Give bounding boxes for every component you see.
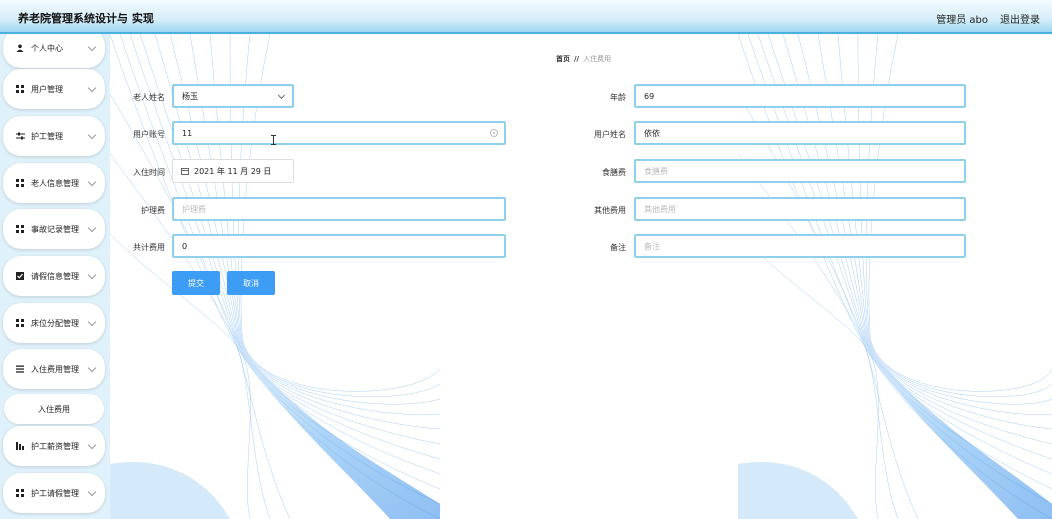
- breadcrumb-home[interactable]: 首页: [556, 55, 570, 63]
- clear-icon[interactable]: [490, 129, 498, 137]
- age-value: 69: [644, 91, 655, 101]
- chevron-down-icon: [277, 91, 286, 100]
- breadcrumb: 首页 //入住费用: [556, 54, 611, 64]
- age-label: 年龄: [610, 93, 626, 102]
- breadcrumb-current: 入住费用: [583, 55, 612, 63]
- user-account-value: 11: [182, 128, 193, 138]
- user-icon: [15, 43, 25, 53]
- sidebar-item-label: 老人信息管理: [31, 178, 79, 188]
- list-icon: [15, 364, 25, 374]
- sidebar-item-leave-info-management[interactable]: 请假信息管理: [3, 256, 105, 296]
- sidebar-item-label: 护工薪资管理: [31, 441, 79, 451]
- care-fee-label: 护理费: [141, 206, 165, 215]
- chevron-down-icon: [87, 487, 97, 496]
- remark-placeholder: 备注: [644, 241, 660, 251]
- chevron-down-icon: [87, 223, 97, 232]
- user-name-field[interactable]: 依依: [634, 121, 966, 145]
- sidebar-item-label: 入住费用管理: [31, 364, 79, 374]
- sidebar-item-label: 用户管理: [31, 84, 63, 94]
- remark-label: 备注: [610, 243, 626, 252]
- sidebar-item-caregiver-salary-management[interactable]: 护工薪资管理: [3, 426, 105, 466]
- sliders-icon: [15, 131, 25, 141]
- breadcrumb-separator: //: [574, 55, 580, 63]
- sidebar-item-label: 床位分配管理: [31, 318, 79, 328]
- age-field[interactable]: 69: [634, 84, 966, 108]
- elder-name-value: 杨玉: [182, 91, 198, 101]
- total-fee-value: 0: [182, 241, 188, 251]
- sidebar-item-label: 个人中心: [31, 43, 63, 53]
- bar-chart-icon: [15, 441, 25, 451]
- checkin-time-value: 2021 年 11 月 29 日: [194, 166, 272, 176]
- sidebar-item-label: 事故记录管理: [31, 224, 79, 234]
- calendar-icon: [181, 167, 189, 175]
- sidebar-item-label: 护工请假管理: [31, 488, 79, 498]
- elder-name-label: 老人姓名: [133, 93, 165, 102]
- app-title: 养老院管理系统设计与 实现: [18, 12, 154, 25]
- user-account-label: 用户账号: [133, 130, 165, 139]
- grid-icon: [15, 318, 25, 328]
- chevron-down-icon: [87, 363, 97, 372]
- chevron-down-icon: [87, 42, 97, 51]
- submit-button[interactable]: 提交: [172, 271, 220, 295]
- other-fee-placeholder: 其他费用: [644, 204, 676, 214]
- sidebar: 个人中心 用户管理 护工管理 老人信息管理 事故记录管理 请假信息管理 床位分配…: [0, 34, 110, 519]
- top-header: 养老院管理系统设计与 实现 管理员 abo 退出登录: [0, 0, 1052, 34]
- grid-icon: [15, 178, 25, 188]
- care-fee-placeholder: 护理费: [182, 204, 206, 214]
- remark-field[interactable]: 备注: [634, 234, 966, 258]
- other-fee-label: 其他费用: [594, 206, 626, 215]
- text-cursor-icon: [271, 135, 276, 145]
- user-account-field[interactable]: 11: [172, 121, 506, 145]
- checkin-time-picker[interactable]: 2021 年 11 月 29 日: [172, 159, 294, 183]
- chevron-down-icon: [87, 317, 97, 326]
- sidebar-item-personal-center[interactable]: 个人中心: [3, 34, 105, 68]
- meal-fee-placeholder: 食膳费: [644, 166, 668, 176]
- chevron-down-icon: [87, 270, 97, 279]
- chevron-down-icon: [87, 440, 97, 449]
- chevron-down-icon: [87, 177, 97, 186]
- user-name-value: 依依: [644, 128, 660, 138]
- check-square-icon: [15, 271, 25, 281]
- sidebar-item-accident-record-management[interactable]: 事故记录管理: [3, 209, 105, 249]
- sidebar-item-caregiver-leave-management[interactable]: 护工请假管理: [3, 473, 105, 513]
- grid-icon: [15, 224, 25, 234]
- checkin-time-label: 入住时间: [133, 168, 165, 177]
- chevron-down-icon: [87, 130, 97, 139]
- sidebar-item-caregiver-management[interactable]: 护工管理: [3, 116, 105, 156]
- user-name-label: 用户姓名: [594, 130, 626, 139]
- sidebar-subitem-checkin-fee[interactable]: 入住费用: [4, 394, 104, 424]
- care-fee-field[interactable]: 护理费: [172, 197, 506, 221]
- chevron-down-icon: [87, 83, 97, 92]
- current-user-label: 管理员 abo: [936, 15, 988, 26]
- sidebar-item-label: 护工管理: [31, 131, 63, 141]
- logout-link[interactable]: 退出登录: [1000, 11, 1040, 26]
- total-fee-label: 共计费用: [133, 243, 165, 252]
- sidebar-item-checkin-fee-management[interactable]: 入住费用管理: [3, 349, 105, 389]
- cancel-button[interactable]: 取消: [227, 271, 275, 295]
- meal-fee-field[interactable]: 食膳费: [634, 159, 966, 183]
- sidebar-item-bed-allocation-management[interactable]: 床位分配管理: [3, 303, 105, 343]
- grid-icon: [15, 488, 25, 498]
- sidebar-item-label: 请假信息管理: [31, 271, 79, 281]
- total-fee-field[interactable]: 0: [172, 234, 506, 258]
- sidebar-item-user-management[interactable]: 用户管理: [3, 69, 105, 109]
- meal-fee-label: 食膳费: [602, 168, 626, 177]
- elder-name-select[interactable]: 杨玉: [172, 84, 294, 108]
- other-fee-field[interactable]: 其他费用: [634, 197, 966, 221]
- grid-icon: [15, 84, 25, 94]
- sidebar-item-elder-info-management[interactable]: 老人信息管理: [3, 163, 105, 203]
